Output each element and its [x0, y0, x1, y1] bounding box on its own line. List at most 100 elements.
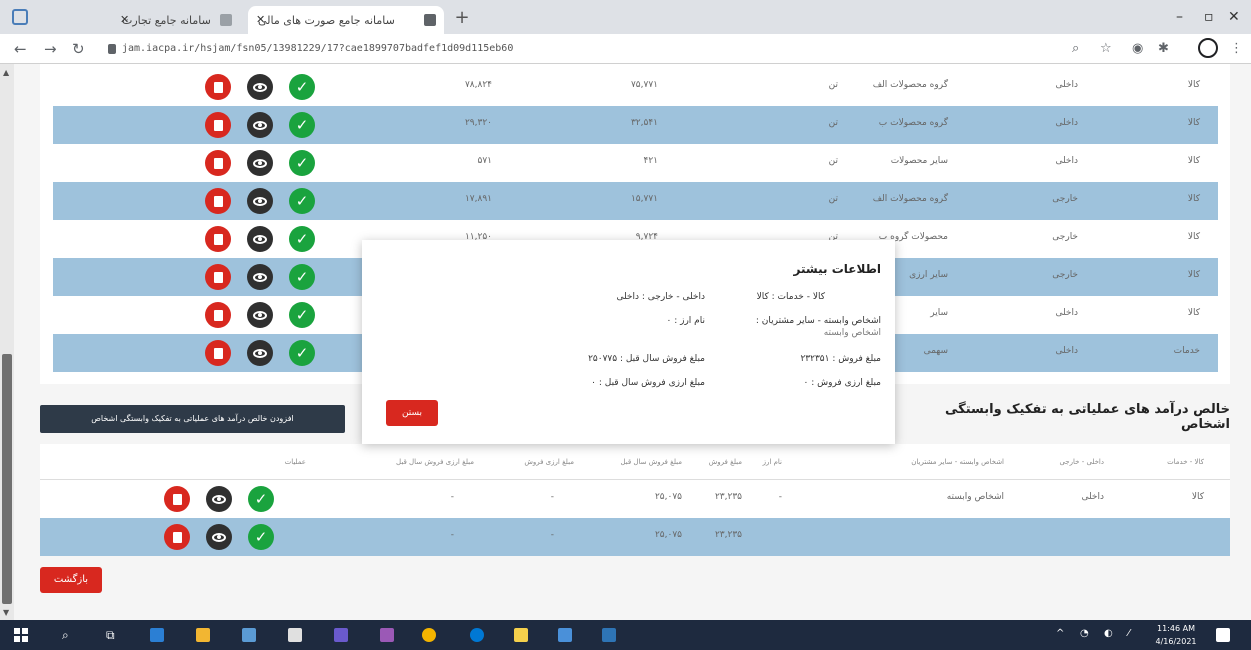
visual-studio-icon[interactable] — [334, 628, 348, 642]
address-bar[interactable]: jam.iacpa.ir/hsjam/fsn05/13981229/17?cae… — [100, 38, 1060, 60]
reload-icon[interactable]: ↻ — [72, 40, 85, 58]
chrome-icon[interactable] — [422, 628, 436, 642]
profile-avatar-icon[interactable] — [1198, 38, 1218, 58]
table-cell: ۵۷۱ — [477, 156, 492, 166]
scroll-down-icon[interactable]: ▼ — [3, 608, 9, 617]
table-cell: داخلی — [1055, 118, 1078, 128]
edit-button[interactable]: ✓ — [289, 264, 315, 290]
mail-icon[interactable] — [150, 628, 164, 642]
trash-icon — [213, 310, 223, 321]
bookmark-star-icon[interactable]: ☆ — [1100, 41, 1112, 56]
search-icon[interactable]: ⌕ — [62, 628, 69, 643]
view-button[interactable] — [247, 264, 273, 290]
view-button[interactable] — [247, 340, 273, 366]
windows-start-icon[interactable] — [14, 628, 28, 642]
table-cell: تن — [828, 80, 838, 90]
delete-button[interactable] — [205, 264, 231, 290]
edit-button[interactable]: ✓ — [289, 302, 315, 328]
edit-button[interactable]: ✓ — [289, 112, 315, 138]
forward-arrow-icon[interactable]: → — [44, 40, 57, 58]
delete-button[interactable] — [205, 112, 231, 138]
delete-button[interactable] — [205, 226, 231, 252]
view-button[interactable] — [247, 226, 273, 252]
table-cell: خارجی — [1052, 232, 1078, 242]
delete-button[interactable] — [205, 150, 231, 176]
section-title: خالص درآمد های عملیاتی به تفکیک وابستگی … — [945, 402, 1230, 432]
window-close-icon[interactable]: ✕ — [1228, 9, 1240, 25]
table-row: ۲۳,۲۳۵ ۲۵,۰۷۵ - - ✓ — [40, 518, 1230, 556]
edit-button[interactable]: ✓ — [289, 150, 315, 176]
restore-icon[interactable]: ▫ — [1204, 9, 1214, 25]
eye-icon — [253, 121, 267, 130]
trash-icon — [172, 532, 182, 543]
vscode-icon[interactable] — [380, 628, 394, 642]
volume-icon[interactable]: ◐ — [1104, 628, 1113, 639]
view-button[interactable] — [206, 486, 232, 512]
close-icon[interactable]: ✕ — [120, 13, 129, 26]
word-icon[interactable] — [602, 628, 616, 642]
task-view-icon[interactable]: ⧉ — [106, 628, 115, 643]
taskbar-clock[interactable]: 11:46 AM 4/16/2021 — [1154, 622, 1198, 648]
view-button[interactable] — [247, 112, 273, 138]
table-cell: تن — [828, 156, 838, 166]
tab-financial-statements[interactable]: ✕ سامانه جامع صورت های مالی — [248, 6, 444, 34]
zoom-icon[interactable]: ⌕ — [1072, 41, 1079, 56]
delete-button[interactable] — [164, 524, 190, 550]
eye-icon — [253, 349, 267, 358]
table-cell: داخلی — [1055, 346, 1078, 356]
menu-dots-icon[interactable]: ⋮ — [1230, 41, 1243, 56]
notifications-icon[interactable] — [1216, 628, 1230, 642]
field-prev-year-fx-sales: مبلغ ارزی فروش سال قبل : ۰ — [591, 378, 705, 388]
minimize-icon[interactable]: – — [1176, 9, 1183, 25]
view-button[interactable] — [247, 150, 273, 176]
clock-time: 11:46 AM — [1157, 624, 1195, 633]
table-cell: سایر محصولات — [890, 156, 948, 166]
file-explorer-icon[interactable] — [196, 628, 210, 642]
table-cell: ۱۵,۷۷۱ — [630, 194, 658, 204]
edit-button[interactable]: ✓ — [289, 188, 315, 214]
delete-button[interactable] — [205, 74, 231, 100]
close-icon[interactable]: ✕ — [256, 13, 265, 26]
language-icon[interactable]: ⁄ — [1128, 628, 1130, 639]
back-button[interactable]: بازگشت — [40, 567, 102, 593]
delete-button[interactable] — [205, 302, 231, 328]
view-button[interactable] — [247, 188, 273, 214]
extension-icon[interactable]: ◉ — [1132, 41, 1143, 56]
edit-button[interactable]: ✓ — [289, 340, 315, 366]
view-button[interactable] — [247, 302, 273, 328]
view-button[interactable] — [206, 524, 232, 550]
edit-button[interactable]: ✓ — [248, 524, 274, 550]
delete-button[interactable] — [205, 188, 231, 214]
back-arrow-icon[interactable]: ← — [14, 40, 27, 58]
table-cell: داخلی — [1081, 492, 1104, 502]
edit-button[interactable]: ✓ — [248, 486, 274, 512]
tray-chevron-icon[interactable]: ^ — [1056, 628, 1064, 639]
view-button[interactable] — [247, 74, 273, 100]
add-revenue-button[interactable]: افزودن خالص درآمد های عملیاتی به تفکیک و… — [40, 405, 345, 433]
scroll-up-icon[interactable]: ▲ — [3, 68, 9, 77]
url-text: jam.iacpa.ir/hsjam/fsn05/13981229/17?cae… — [122, 43, 514, 54]
tab-trade-system[interactable]: ✕ سامانه جامع تجارت — [112, 6, 240, 34]
field-related-parties-label: اشخاص وابسته - سایر مشتریان : — [755, 316, 881, 326]
scroll-thumb[interactable] — [2, 354, 12, 604]
table-cell: کالا — [1187, 232, 1200, 242]
table-cell: کالا — [1187, 270, 1200, 280]
edit-button[interactable]: ✓ — [289, 226, 315, 252]
notes-icon[interactable] — [514, 628, 528, 642]
table-cell: سایر ارزی — [909, 270, 948, 280]
new-tab-icon[interactable]: + — [452, 9, 472, 29]
network-icon[interactable]: ◔ — [1080, 628, 1089, 639]
puzzle-icon[interactable]: ✱ — [1158, 41, 1169, 56]
edge-icon[interactable] — [470, 628, 484, 642]
delete-button[interactable] — [205, 340, 231, 366]
table-row: کالا داخلی گروه محصولات الف تن ۷۵,۷۷۱ ۷۸,۸۲۴ ✓ — [53, 68, 1218, 106]
monitor-icon[interactable] — [558, 628, 572, 642]
edit-button[interactable]: ✓ — [289, 74, 315, 100]
scrollbar[interactable]: ▲ ▼ — [0, 64, 14, 620]
app-icon[interactable] — [242, 628, 256, 642]
modal-close-button[interactable]: بستن — [386, 400, 438, 426]
store-icon[interactable] — [288, 628, 302, 642]
check-icon: ✓ — [254, 490, 268, 508]
table-cell: ۲۵,۰۷۵ — [654, 530, 682, 540]
delete-button[interactable] — [164, 486, 190, 512]
